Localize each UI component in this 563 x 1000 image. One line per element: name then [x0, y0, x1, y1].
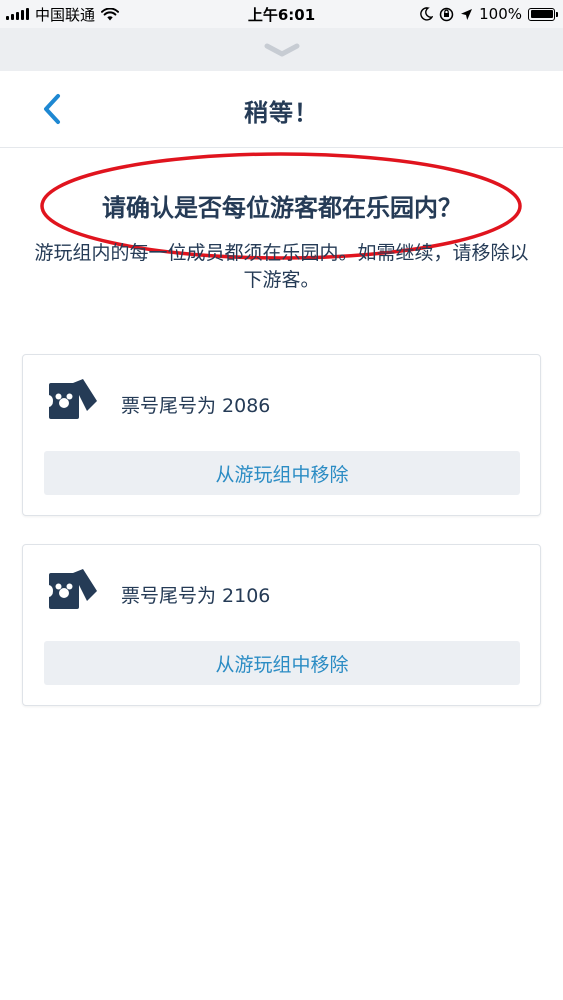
- confirm-question: 请确认是否每位游客都在乐园内？: [102, 194, 462, 222]
- battery-percent: 100%: [479, 5, 522, 23]
- ticket-icon: [49, 569, 97, 609]
- description-text: 游玩组内的每一位成员都须在乐园内。如需继续，请移除以下游客。: [34, 242, 529, 291]
- battery-icon: [528, 7, 558, 21]
- ticket-number-label: 票号尾号为 2086: [121, 395, 271, 417]
- remove-from-party-button[interactable]: 从游玩组中移除: [44, 641, 520, 685]
- signal-icon: [6, 8, 29, 20]
- remove-from-party-button[interactable]: 从游玩组中移除: [44, 451, 520, 495]
- status-left: 中国联通: [6, 4, 120, 25]
- nav-header: 稍等！: [0, 71, 563, 148]
- ticket-icon: [49, 379, 97, 419]
- carrier-name: 中国联通: [35, 5, 96, 24]
- guest-card: 票号尾号为 2086 从游玩组中移除: [22, 354, 541, 516]
- ticket-number-label: 票号尾号为 2106: [121, 585, 271, 607]
- chevron-down-icon: [264, 43, 299, 56]
- page-title: 稍等！: [244, 99, 319, 127]
- status-bar: 中国联通 上午6:01 100%: [0, 0, 563, 28]
- guest-card: 票号尾号为 2106 从游玩组中移除: [22, 544, 541, 706]
- moon-icon: [420, 7, 434, 21]
- wifi-icon: [101, 7, 120, 20]
- rotation-lock-icon: [439, 7, 454, 21]
- status-right: 100%: [419, 5, 558, 23]
- location-icon: [461, 8, 473, 20]
- sheet-handle[interactable]: [0, 28, 563, 71]
